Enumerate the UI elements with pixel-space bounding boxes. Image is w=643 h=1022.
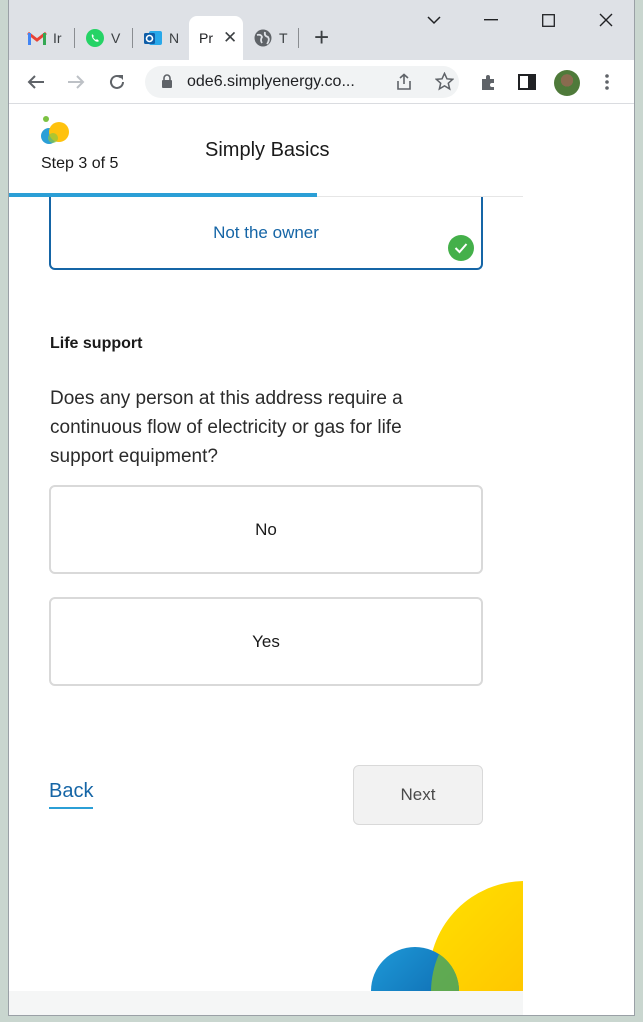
tab-outlook[interactable]: N	[133, 16, 189, 60]
next-button[interactable]: Next	[353, 765, 483, 825]
url-text: ode6.simplyenergy.co...	[187, 73, 355, 90]
tab-strip: Ir V N Pr ✕ T +	[9, 0, 634, 60]
tab-title: N	[169, 30, 179, 46]
form-header: Step 3 of 5 Simply Basics	[9, 105, 523, 197]
tab-title: Pr	[199, 30, 213, 46]
back-arrow-icon[interactable]	[23, 69, 49, 95]
checkmark-icon	[448, 235, 474, 261]
share-icon[interactable]	[395, 73, 413, 96]
tab-globe[interactable]: T	[243, 16, 299, 60]
globe-icon	[253, 28, 273, 48]
tab-title: Ir	[53, 30, 62, 46]
side-panel-icon[interactable]	[514, 69, 540, 95]
signup-form: Step 3 of 5 Simply Basics Not the owner …	[9, 105, 523, 1015]
page-viewport: Step 3 of 5 Simply Basics Not the owner …	[9, 105, 634, 1015]
tab-search-icon[interactable]	[414, 8, 454, 32]
option-label: Yes	[252, 631, 280, 651]
option-yes[interactable]: Yes	[49, 597, 483, 686]
outlook-icon	[143, 28, 163, 48]
question-text: Does any person at this address require …	[50, 388, 403, 467]
option-label: No	[255, 519, 277, 539]
option-label: Not the owner	[213, 222, 319, 242]
tab-title: V	[111, 30, 121, 46]
page-title: Simply Basics	[205, 139, 330, 161]
step-indicator: Step 3 of 5	[41, 155, 119, 172]
reload-icon[interactable]	[104, 69, 130, 95]
address-bar[interactable]: ode6.simplyenergy.co...	[145, 66, 459, 98]
forward-arrow-icon[interactable]	[63, 69, 89, 95]
more-menu-icon[interactable]	[594, 69, 620, 95]
star-icon[interactable]	[434, 71, 455, 96]
new-tab-icon[interactable]: +	[314, 24, 329, 50]
browser-window: Ir V N Pr ✕ T + ode6.simplyenergy.co... …	[8, 0, 635, 1016]
back-link[interactable]: Back	[49, 780, 94, 809]
tab-whatsapp[interactable]: V	[75, 16, 133, 60]
simply-energy-logo-icon	[39, 115, 73, 149]
extensions-icon[interactable]	[475, 69, 501, 95]
section-heading: Life support	[50, 335, 143, 352]
tab-gmail[interactable]: Ir	[17, 16, 75, 60]
lock-icon	[161, 74, 173, 94]
gmail-icon	[27, 28, 47, 48]
tab-active[interactable]: Pr ✕	[189, 16, 243, 60]
browser-toolbar: ode6.simplyenergy.co...	[9, 60, 634, 104]
tab-title: T	[279, 30, 288, 46]
decorative-sun-graphic	[371, 881, 523, 991]
option-not-the-owner[interactable]: Not the owner	[49, 197, 483, 270]
maximize-icon[interactable]	[528, 8, 568, 32]
minimize-icon[interactable]	[471, 8, 511, 32]
profile-avatar[interactable]	[554, 70, 580, 96]
option-no[interactable]: No	[49, 485, 483, 574]
whatsapp-icon	[85, 28, 105, 48]
window-close-icon[interactable]	[586, 8, 626, 32]
close-icon[interactable]: ✕	[223, 28, 237, 48]
page-margin	[523, 105, 634, 1015]
footer-strip	[9, 991, 523, 1015]
